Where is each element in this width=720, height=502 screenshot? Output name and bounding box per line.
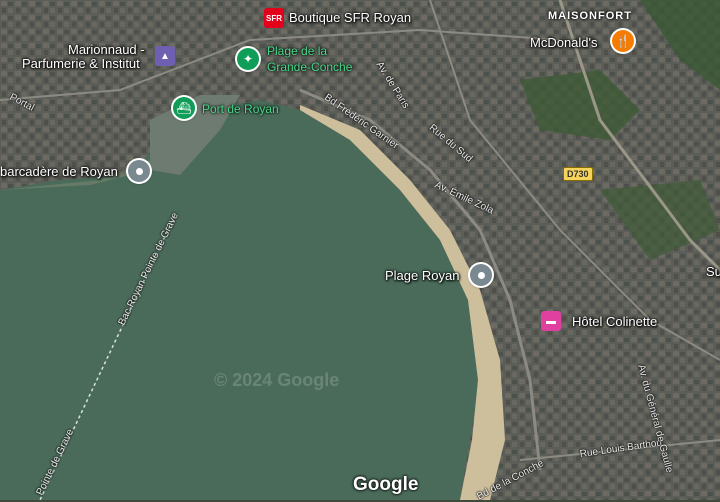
satellite-map[interactable] xyxy=(0,0,720,500)
poi-label-port[interactable]: Port de Royan xyxy=(202,103,279,115)
place-label-su: Su xyxy=(706,264,720,279)
poi-label-sfr[interactable]: Boutique SFR Royan xyxy=(289,11,411,24)
poi-label-embarcadere[interactable]: barcadère de Royan xyxy=(0,165,118,178)
district-label-maisonfort: MAISONFORT xyxy=(548,10,632,22)
poi-label-mcdonalds[interactable]: McDonald's xyxy=(530,36,598,49)
poi-label-grande-conche-line2[interactable]: Grande-Conche xyxy=(267,61,352,73)
fastfood-icon[interactable]: 🍴 xyxy=(612,30,634,52)
poi-label-marionnaud-line2[interactable]: Parfumerie & Institut xyxy=(22,57,140,70)
poi-label-hotel[interactable]: Hôtel Colinette xyxy=(572,315,657,328)
ferry-terminal-pin[interactable] xyxy=(128,160,150,182)
google-logo: Google xyxy=(353,474,419,495)
map-watermark: © 2024 Google xyxy=(214,370,340,390)
port-icon[interactable]: ⛴ xyxy=(173,97,195,119)
sfr-store-icon[interactable]: SFR xyxy=(264,8,284,28)
hotel-icon[interactable]: ▬ xyxy=(541,311,561,331)
beach-icon-grande-conche[interactable]: ✦ xyxy=(237,48,259,70)
cosmetics-store-icon[interactable]: ▲ xyxy=(155,46,175,66)
poi-label-grande-conche-line1[interactable]: Plage de la xyxy=(267,45,327,57)
poi-label-marionnaud-line1[interactable]: Marionnaud - xyxy=(68,43,145,56)
road-shield-d730: D730 xyxy=(563,167,593,181)
poi-label-plage-royan[interactable]: Plage Royan xyxy=(385,269,459,282)
beach-pin-plage-royan[interactable] xyxy=(470,264,492,286)
